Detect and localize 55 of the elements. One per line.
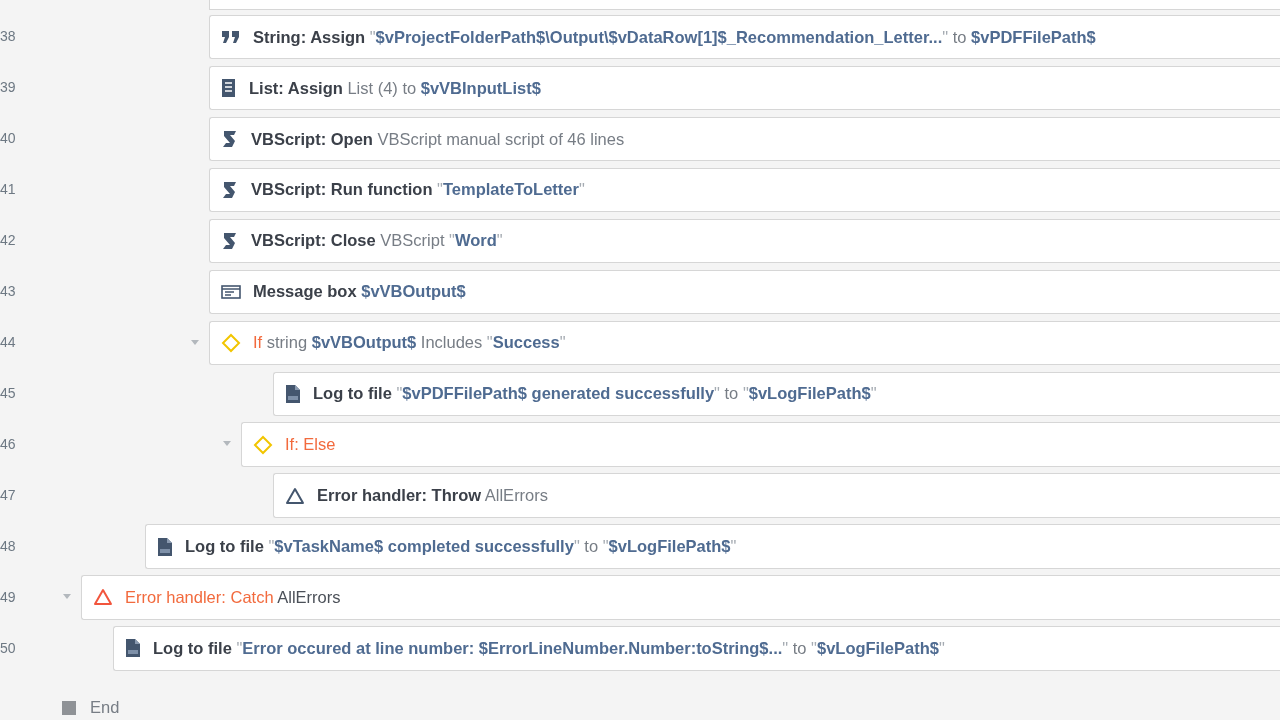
step-card[interactable]: String: Assign "$vProjectFolderPath$\Output\$vDataRow[1]$_Recommendation_Letter..." to $vPDFFilePath$	[209, 14, 1280, 60]
line-number: 49	[0, 587, 17, 607]
step-text: VBScript: Run function "TemplateToLetter"	[251, 179, 585, 201]
step-text: VBScript: Close VBScript "Word"	[251, 230, 503, 252]
step-card[interactable]	[209, 0, 1280, 10]
diamond-icon	[253, 434, 273, 455]
line-number: 45	[0, 384, 17, 404]
quote-icon	[221, 29, 241, 45]
line-number: 50	[0, 638, 17, 658]
message-box-icon	[221, 283, 241, 300]
line-number: 38	[0, 27, 17, 47]
step-text: Log to file "$vTaskName$ completed successfully" to "$vLogFilePath$"	[185, 536, 737, 558]
step-card[interactable]: List: Assign List (4) to $vVBInputList$	[209, 65, 1280, 111]
step-card[interactable]: VBScript: Open VBScript manual script of 46 lines	[209, 116, 1280, 162]
step-text: Error handler: Catch AllErrors	[125, 587, 341, 609]
line-number: 41	[0, 180, 17, 200]
step-text: String: Assign "$vProjectFolderPath$\Output\$vDataRow[1]$_Recommendation_Letter..." to $vPDFFilePath$	[253, 26, 1096, 48]
line-number: 47	[0, 486, 17, 506]
log-file-icon	[125, 638, 141, 659]
warning-triangle-icon	[93, 588, 113, 607]
line-number: 48	[0, 537, 17, 556]
step-card[interactable]: Message box $vVBOutput$	[209, 269, 1280, 314]
script-icon	[221, 230, 239, 251]
log-file-icon	[157, 536, 173, 557]
step-text: Log to file "$vPDFFilePath$ generated successfully" to "$vLogFilePath$"	[313, 383, 877, 405]
diamond-icon	[221, 332, 241, 353]
step-card[interactable]: Log to file "$vTaskName$ completed successfully" to "$vLogFilePath$"	[145, 524, 1280, 569]
line-number: 44	[0, 333, 17, 353]
line-number: 46	[0, 435, 17, 455]
line-number: 43	[0, 282, 17, 302]
line-number: 42	[0, 231, 17, 251]
step-card[interactable]: Error handler: Catch AllErrors	[81, 575, 1280, 620]
end-label: End	[90, 697, 120, 719]
list-icon	[221, 77, 237, 98]
step-card[interactable]: If string $vVBOutput$ Includes "Success"	[209, 320, 1280, 365]
step-text: Error handler: Throw AllErrors	[317, 485, 549, 507]
step-card[interactable]: Log to file "$vPDFFilePath$ generated successfully" to "$vLogFilePath$"	[273, 371, 1280, 416]
step-card[interactable]: Log to file "Error occured at line number: $ErrorLineNumber.Number:toString$..." to "$vLogFilePath$"	[113, 626, 1280, 671]
step-card[interactable]: VBScript: Close VBScript "Word"	[209, 218, 1280, 263]
line-number: 40	[0, 129, 17, 149]
line-number: 39	[0, 78, 17, 98]
log-file-icon	[285, 383, 301, 404]
step-card[interactable]: VBScript: Run function "TemplateToLetter"	[209, 167, 1280, 212]
step-text: VBScript: Open VBScript manual script of 46 lines	[251, 128, 625, 150]
step-text: Log to file "Error occured at line number: $ErrorLineNumber.Number:toString$..." to "$vLogFilePath$"	[153, 638, 945, 660]
script-icon	[221, 128, 239, 149]
step-text: List: Assign List (4) to $vVBInputList$	[249, 77, 541, 99]
step-text: If string $vVBOutput$ Includes "Success"	[253, 332, 566, 354]
step-text: If: Else	[285, 434, 336, 456]
step-text: Message box $vVBOutput$	[253, 281, 466, 303]
warning-triangle-icon	[285, 486, 305, 505]
caret-icon[interactable]	[190, 338, 200, 347]
end-square-icon	[62, 700, 76, 715]
script-icon	[221, 179, 239, 200]
step-card[interactable]: Error handler: Throw AllErrors	[273, 473, 1280, 518]
